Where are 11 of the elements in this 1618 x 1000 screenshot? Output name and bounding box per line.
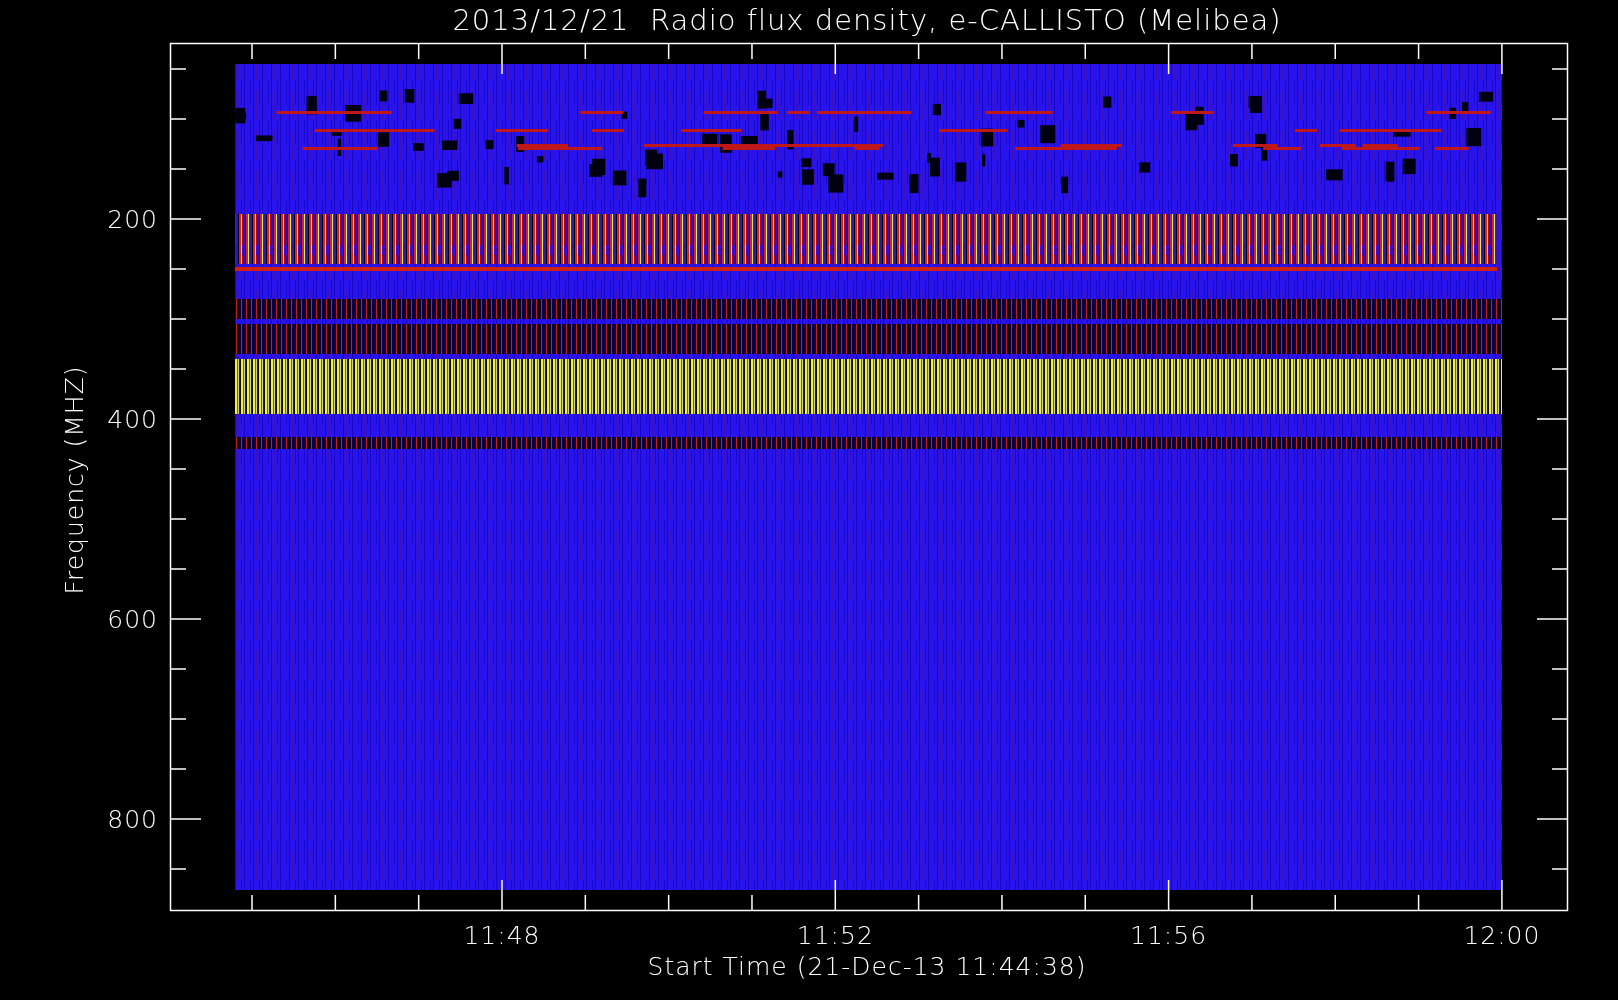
tick-label: 12:00 [1463, 921, 1541, 950]
plot-title: 2013/12/21 Radio flux density, e-CALLISTO (Melibea) [452, 3, 1282, 37]
tick-label: 11:48 [463, 921, 541, 950]
axis-label: Start Time (21-Dec-13 11:44:38) [647, 952, 1087, 981]
tick-label: 200 [107, 205, 158, 234]
tick-label: 11:52 [796, 921, 874, 950]
tick-label: 11:56 [1130, 921, 1208, 950]
tick-label: 600 [107, 605, 158, 634]
tick-label: 400 [107, 405, 158, 434]
tick-label: 800 [107, 805, 158, 834]
axis-label: Frequency (MHZ) [60, 365, 89, 595]
